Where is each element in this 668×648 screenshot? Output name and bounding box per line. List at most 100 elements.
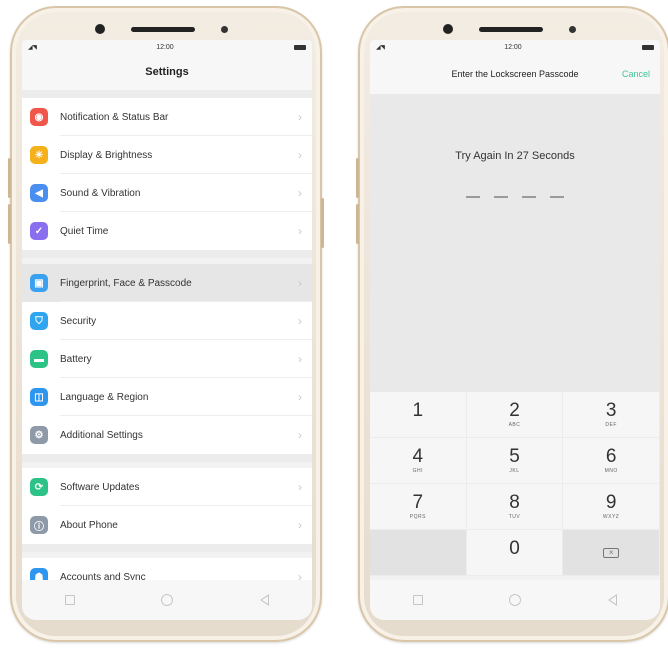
settings-item[interactable]: ⟳ Software Updates › <box>22 468 312 506</box>
sensor-icon <box>569 26 576 33</box>
key-digit: 2 <box>509 400 520 421</box>
keypad-key[interactable]: 4 GHI <box>370 438 467 484</box>
key-letters: TUV <box>508 514 521 520</box>
front-camera-icon <box>443 24 453 34</box>
keypad-blank <box>370 530 467 576</box>
chevron-right-icon: › <box>298 110 302 124</box>
recents-icon[interactable] <box>413 595 424 605</box>
speaker-grille <box>131 27 195 32</box>
settings-item[interactable]: ◀ Sound & Vibration › <box>22 174 312 212</box>
fingerprint-icon: ▣ <box>30 274 48 292</box>
keypad-key[interactable]: 8 TUV <box>466 484 564 530</box>
chevron-right-icon: › <box>298 352 302 366</box>
key-digit: 9 <box>605 492 617 513</box>
chevron-right-icon: › <box>298 148 302 162</box>
keypad-key[interactable]: 9 WXYZ <box>563 484 660 530</box>
settings-item[interactable]: ▬ Battery › <box>22 340 312 378</box>
status-bar: ◢ ◥ 12:00 <box>22 40 312 54</box>
passcode-body: Try Again In 27 Seconds <box>370 94 660 392</box>
battery-status-icon <box>294 44 306 50</box>
info-icon: ⓘ <box>30 516 48 534</box>
passcode-screen: ◢ ◥ 12:00 Enter the Lockscreen Passcode … <box>370 40 660 620</box>
recents-icon[interactable] <box>65 595 76 605</box>
key-digit: 7 <box>412 492 424 513</box>
earpiece-area <box>81 14 251 42</box>
sound-icon: ◀ <box>30 184 48 202</box>
navigation-bar <box>370 580 660 620</box>
settings-item[interactable]: ◉ Notification & Status Bar › <box>22 98 312 136</box>
key-digit: 0 <box>509 538 520 559</box>
settings-group: ▣ Fingerprint, Face & Passcode › ⛉ Security ›… <box>22 264 312 454</box>
status-time: 12:00 <box>156 43 174 51</box>
passcode-slot <box>494 196 508 198</box>
status-time: 12:00 <box>504 43 522 51</box>
numeric-keypad: 1 2 ABC 3 DEF 4 GHI 5 JKL 6 MNO 7 PQRS 8 TUV 9 WXYZ 0 × <box>370 392 660 576</box>
notification-icon: ◉ <box>30 108 48 126</box>
keypad-key[interactable]: 1 <box>370 392 467 438</box>
page-title: Settings <box>22 54 312 90</box>
home-icon[interactable] <box>161 594 174 606</box>
section-divider <box>22 250 312 258</box>
chevron-right-icon: › <box>298 314 302 328</box>
cancel-button[interactable]: Cancel <box>622 69 650 79</box>
chevron-right-icon: › <box>298 276 302 290</box>
phone-passcode: ◢ ◥ 12:00 Enter the Lockscreen Passcode … <box>356 6 668 642</box>
passcode-dots <box>370 196 660 198</box>
settings-item[interactable]: ◫ Language & Region › <box>22 378 312 416</box>
settings-screen: ◢ ◥ 12:00 Settings ◉ Notification & Statu… <box>22 40 312 620</box>
signal-icon: ◢ ◥ <box>376 44 385 51</box>
sensor-icon <box>221 26 228 33</box>
back-icon[interactable] <box>607 594 617 606</box>
keypad-key[interactable]: 7 PQRS <box>370 484 467 530</box>
speaker-grille <box>479 27 543 32</box>
keypad-key[interactable]: 6 MNO <box>563 438 660 484</box>
passcode-header: Enter the Lockscreen Passcode Cancel <box>370 54 660 94</box>
back-icon[interactable] <box>259 594 269 606</box>
brightness-icon: ☀ <box>30 146 48 164</box>
key-letters: JKL <box>509 468 520 474</box>
settings-list: ◉ Notification & Status Bar › ☀ Display & Br… <box>22 98 312 596</box>
status-bar: ◢ ◥ 12:00 <box>370 40 660 54</box>
keypad-key[interactable]: 5 JKL <box>466 438 564 484</box>
key-letters: WXYZ <box>602 514 620 520</box>
volume-button <box>8 204 11 244</box>
settings-item-label: Fingerprint, Face & Passcode <box>60 277 192 289</box>
key-letters: ABC <box>508 422 521 428</box>
settings-item[interactable]: ▣ Fingerprint, Face & Passcode › <box>22 264 312 302</box>
key-digit: 6 <box>605 446 617 467</box>
language-icon: ◫ <box>30 388 48 406</box>
keypad-key[interactable]: 2 ABC <box>466 392 564 438</box>
chevron-right-icon: › <box>298 224 302 238</box>
battery-status-icon <box>642 44 654 50</box>
delete-key[interactable]: × <box>563 530 660 576</box>
lockout-message: Try Again In 27 Seconds <box>455 150 575 162</box>
signal-icon: ◢ ◥ <box>28 44 37 51</box>
settings-item-label: Sound & Vibration <box>60 187 141 199</box>
section-divider <box>22 544 312 552</box>
key-digit: 1 <box>412 400 424 421</box>
earpiece-area <box>429 14 599 42</box>
volume-button <box>356 158 359 198</box>
key-letters: MNO <box>604 468 618 474</box>
key-digit: 3 <box>605 400 617 421</box>
settings-item[interactable]: ⓘ About Phone › <box>22 506 312 544</box>
volume-button <box>8 158 11 198</box>
chevron-right-icon: › <box>298 480 302 494</box>
passcode-slot <box>550 196 564 198</box>
keypad-key[interactable]: 0 <box>466 530 564 576</box>
settings-item[interactable]: ☀ Display & Brightness › <box>22 136 312 174</box>
settings-group: ◉ Notification & Status Bar › ☀ Display & Br… <box>22 98 312 250</box>
chevron-right-icon: › <box>298 428 302 442</box>
settings-item-label: Notification & Status Bar <box>60 111 169 123</box>
settings-item-label: Software Updates <box>60 481 140 493</box>
moon-icon: ✓ <box>30 222 48 240</box>
chevron-right-icon: › <box>298 390 302 404</box>
settings-item[interactable]: ⚙ Additional Settings › <box>22 416 312 454</box>
keypad-key[interactable]: 3 DEF <box>563 392 660 438</box>
home-icon[interactable] <box>509 594 522 606</box>
settings-item[interactable]: ✓ Quiet Time › <box>22 212 312 250</box>
update-icon: ⟳ <box>30 478 48 496</box>
chevron-right-icon: › <box>298 186 302 200</box>
settings-item[interactable]: ⛉ Security › <box>22 302 312 340</box>
volume-button <box>356 204 359 244</box>
